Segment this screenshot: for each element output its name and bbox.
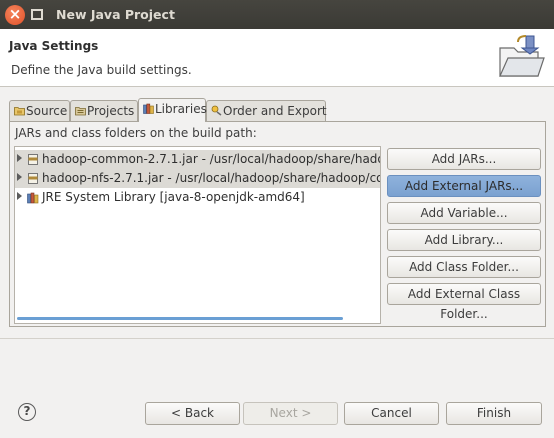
tree-row-hadoop-common[interactable]: hadoop-common-2.7.1.jar - /usr/local/had… xyxy=(15,150,381,169)
order-export-icon xyxy=(211,105,222,116)
tab-projects[interactable]: Projects xyxy=(70,100,138,121)
tab-libraries[interactable]: Libraries xyxy=(138,98,207,122)
projects-icon xyxy=(75,107,86,116)
horizontal-scrollbar[interactable] xyxy=(17,317,343,320)
jar-icon xyxy=(28,154,38,165)
footer-separator xyxy=(0,338,554,339)
tab-source[interactable]: Source xyxy=(9,100,70,121)
add-external-jars-button[interactable]: Add External JARs... xyxy=(387,175,541,197)
expand-arrow-icon[interactable] xyxy=(17,154,22,162)
source-folder-icon xyxy=(14,107,25,116)
tab-label: Source xyxy=(26,104,68,118)
new-java-project-icon xyxy=(499,35,545,77)
add-external-class-folder-button[interactable]: Add External Class Folder... xyxy=(387,283,541,321)
tree-row-label: hadoop-common-2.7.1.jar - /usr/local/had… xyxy=(42,152,381,166)
cancel-button[interactable]: Cancel xyxy=(344,402,439,425)
close-icon[interactable]: × xyxy=(5,5,25,25)
add-jars-button[interactable]: Add JARs... xyxy=(387,148,541,170)
window-title: New Java Project xyxy=(56,7,175,22)
help-icon[interactable]: ? xyxy=(18,403,36,421)
add-class-folder-button[interactable]: Add Class Folder... xyxy=(387,256,541,278)
tree-row-label: hadoop-nfs-2.7.1.jar - /usr/local/hadoop… xyxy=(42,171,380,185)
add-library-button[interactable]: Add Library... xyxy=(387,229,541,251)
tree-row-label: JRE System Library [java-8-openjdk-amd64… xyxy=(42,190,305,204)
tab-order-and-export[interactable]: Order and Export xyxy=(206,100,327,121)
page-description: Define the Java build settings. xyxy=(11,63,192,77)
next-button[interactable]: Next > xyxy=(243,402,338,425)
tab-label: Order and Export xyxy=(223,104,327,118)
back-button[interactable]: < Back xyxy=(145,402,240,425)
tab-label: Projects xyxy=(87,104,135,118)
maximize-icon[interactable] xyxy=(31,9,43,20)
expand-arrow-icon[interactable] xyxy=(17,173,22,181)
finish-button[interactable]: Finish xyxy=(446,402,542,425)
expand-arrow-icon[interactable] xyxy=(17,192,22,200)
jre-library-icon xyxy=(27,192,39,204)
jar-icon xyxy=(28,173,38,184)
page-title: Java Settings xyxy=(9,39,99,53)
title-bar: × New Java Project xyxy=(0,0,554,29)
build-path-label: JARs and class folders on the build path… xyxy=(15,126,257,140)
build-path-tree[interactable]: hadoop-common-2.7.1.jar - /usr/local/had… xyxy=(14,146,381,324)
wizard-banner: Java Settings Define the Java build sett… xyxy=(0,29,554,87)
tree-row-hadoop-nfs[interactable]: hadoop-nfs-2.7.1.jar - /usr/local/hadoop… xyxy=(15,169,380,188)
library-icon xyxy=(143,103,154,114)
tree-row-jre-system-library[interactable]: JRE System Library [java-8-openjdk-amd64… xyxy=(15,188,380,207)
add-variable-button[interactable]: Add Variable... xyxy=(387,202,541,224)
tab-label: Libraries xyxy=(155,102,207,116)
libraries-panel: JARs and class folders on the build path… xyxy=(9,121,546,327)
